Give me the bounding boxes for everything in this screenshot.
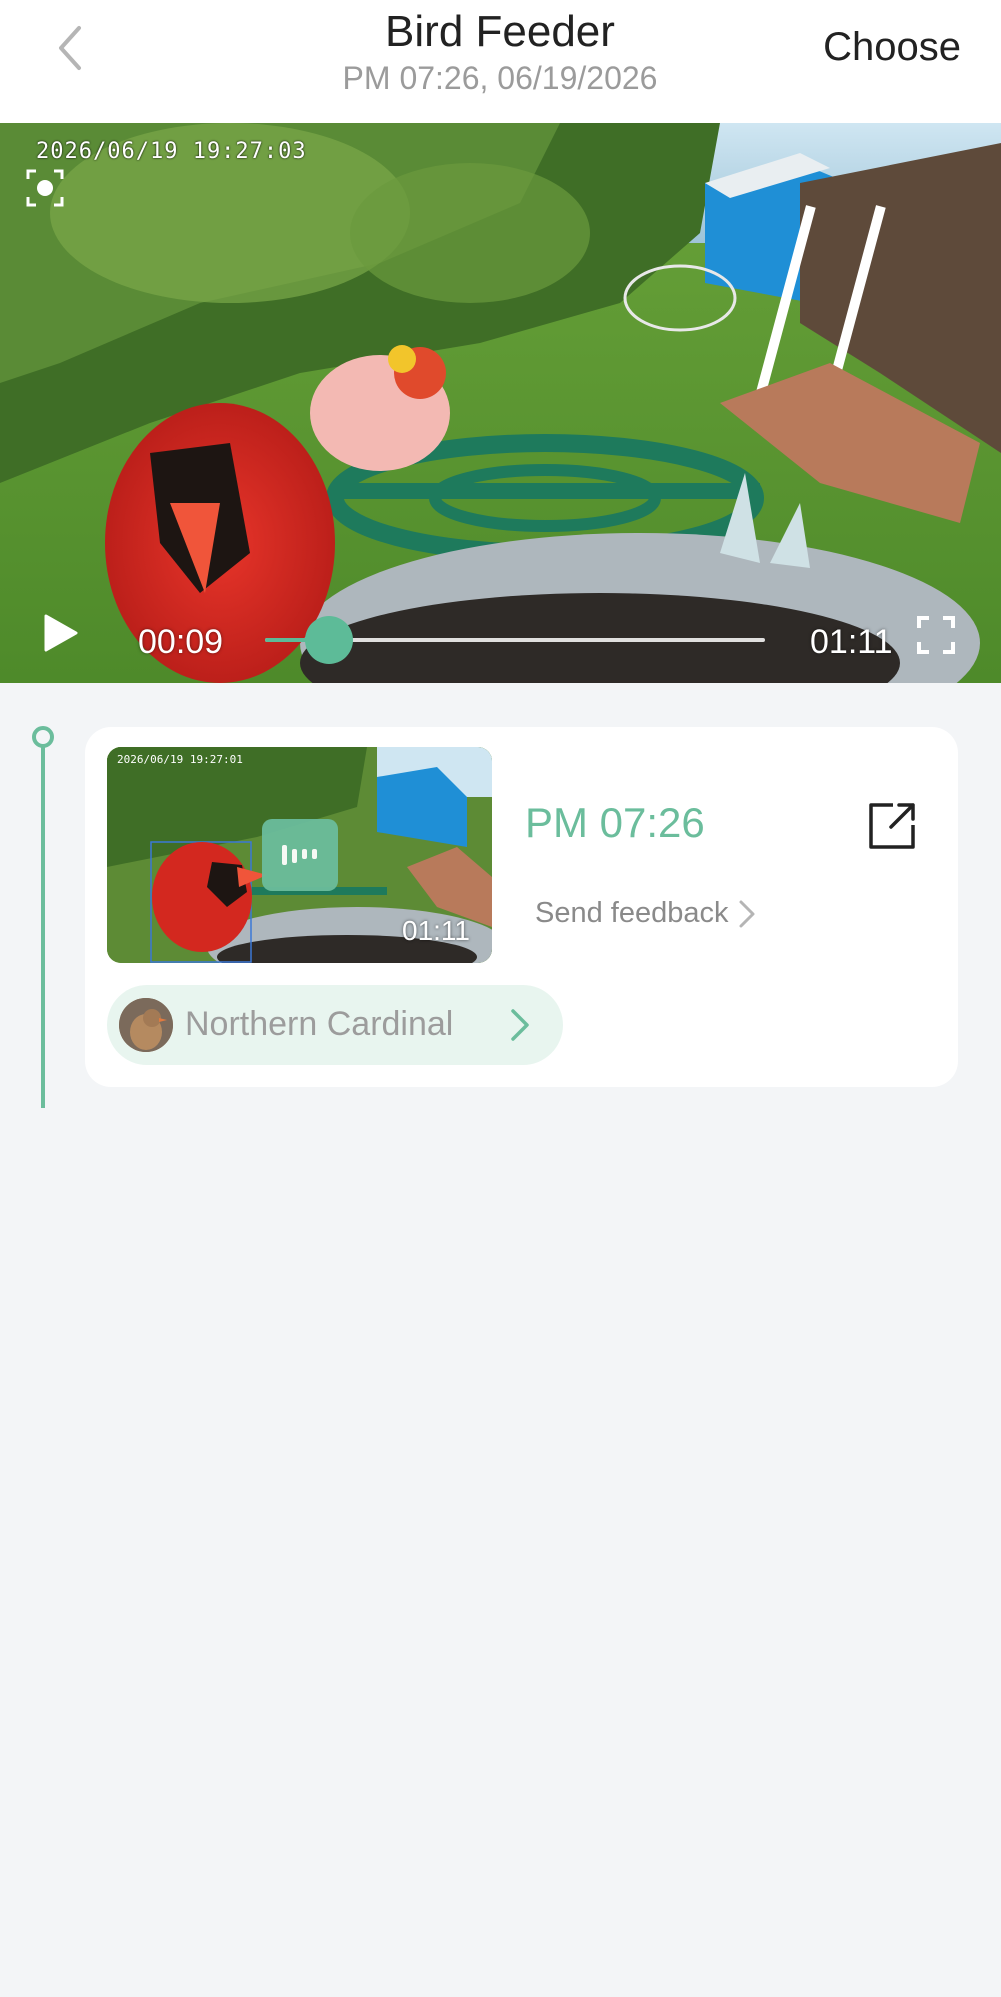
video-player[interactable]: 2026/06/19 19:27:03 00:09 01:11 xyxy=(0,123,1001,683)
page-subtitle: PM 07:26, 06/19/2026 xyxy=(342,60,658,96)
send-feedback-label: Send feedback xyxy=(535,897,729,929)
top-bar: Bird Feeder PM 07:26, 06/19/2026 Choose xyxy=(0,0,1001,123)
share-button[interactable] xyxy=(865,799,919,858)
timeline-line xyxy=(41,746,45,1108)
total-time: 01:11 xyxy=(810,623,893,661)
seek-handle[interactable] xyxy=(304,616,353,664)
ai-detect-icon xyxy=(26,169,64,212)
species-pill[interactable]: Northern Cardinal xyxy=(107,985,563,1065)
timeline-node xyxy=(32,726,54,748)
thumbnail-duration: 01:11 xyxy=(402,915,470,946)
back-button[interactable] xyxy=(40,16,100,80)
page-title: Bird Feeder xyxy=(385,7,615,56)
event-thumbnail[interactable]: 2026/06/19 19:27:01 01:11 xyxy=(107,747,492,963)
title-block: Bird Feeder PM 07:26, 06/19/2026 xyxy=(200,0,800,98)
chevron-right-icon xyxy=(511,1009,529,1041)
play-button[interactable] xyxy=(40,613,80,658)
current-time: 00:09 xyxy=(138,623,224,661)
fullscreen-button[interactable] xyxy=(916,615,956,660)
event-card: 2026/06/19 19:27:01 01:11 PM 07:26 Send … xyxy=(85,727,958,1087)
species-avatar xyxy=(119,998,173,1052)
chevron-right-icon xyxy=(739,900,755,927)
seek-bar[interactable] xyxy=(265,616,765,664)
choose-button[interactable]: Choose xyxy=(823,22,961,72)
audio-badge xyxy=(262,819,338,891)
player-controls: 00:09 01:11 xyxy=(0,583,1001,683)
send-feedback-link[interactable]: Send feedback xyxy=(535,897,756,930)
audio-wave-icon xyxy=(282,845,317,865)
event-time: PM 07:26 xyxy=(525,799,705,846)
share-icon xyxy=(869,803,915,849)
species-name: Northern Cardinal xyxy=(185,1005,454,1043)
osd-timestamp: 2026/06/19 19:27:03 xyxy=(36,139,307,164)
thumbnail-osd: 2026/06/19 19:27:01 xyxy=(117,753,243,766)
fullscreen-icon xyxy=(917,616,955,654)
chevron-left-icon xyxy=(59,26,81,70)
play-icon xyxy=(44,614,78,652)
